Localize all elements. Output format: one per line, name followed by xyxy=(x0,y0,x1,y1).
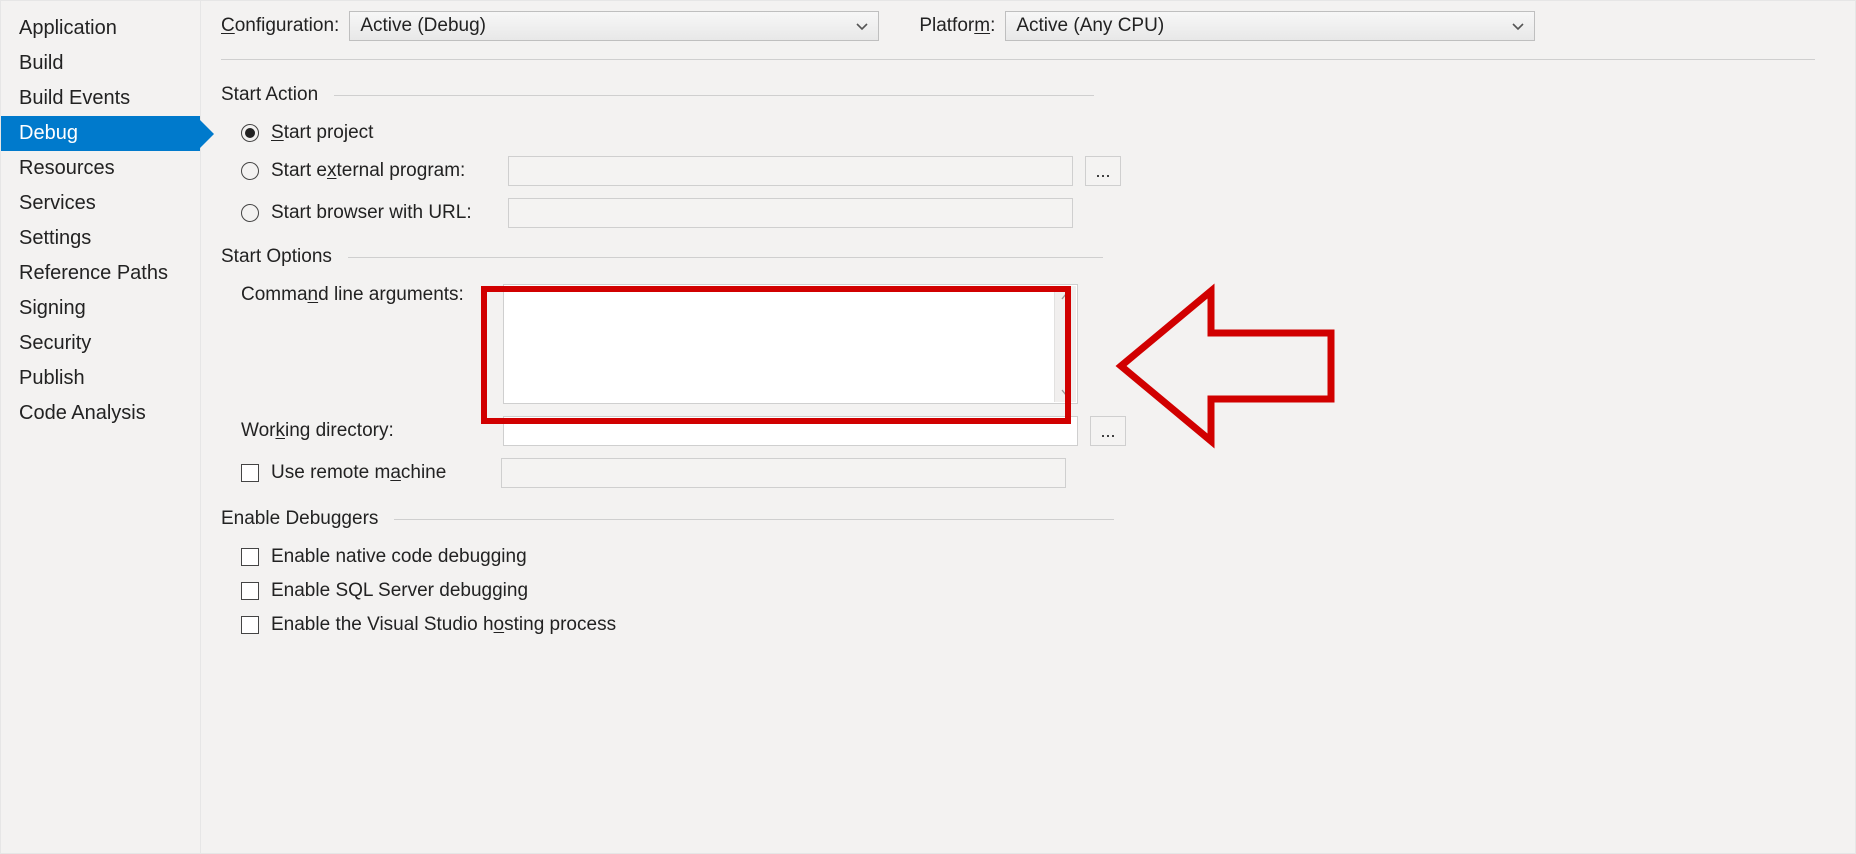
use-remote-machine-checkbox[interactable] xyxy=(241,464,259,482)
platform-value: Active (Any CPU) xyxy=(1016,15,1164,37)
scroll-up-button[interactable] xyxy=(1055,286,1076,306)
remote-machine-input[interactable] xyxy=(501,458,1066,488)
section-title: Start Action xyxy=(221,84,318,106)
section-heading-start-options: Start Options xyxy=(221,246,1815,268)
command-line-arguments-input[interactable] xyxy=(503,284,1078,404)
platform-dropdown[interactable]: Active (Any CPU) xyxy=(1005,11,1535,41)
sidebar-item-label: Debug xyxy=(19,122,78,144)
start-project-radio[interactable] xyxy=(241,124,259,142)
start-browser-url-label: Start browser with URL: xyxy=(271,202,496,224)
chevron-down-icon xyxy=(846,15,868,37)
sidebar-item-label: Code Analysis xyxy=(19,402,146,424)
enable-native-debugging-checkbox[interactable] xyxy=(241,548,259,566)
scrollbar[interactable] xyxy=(1054,286,1076,402)
divider xyxy=(334,95,1094,96)
sidebar-item-build[interactable]: Build xyxy=(1,46,200,81)
section-heading-start-action: Start Action xyxy=(221,84,1815,106)
sidebar-item-services[interactable]: Services xyxy=(1,186,200,221)
config-bar: Configuration: Active (Debug) Platform: … xyxy=(221,11,1815,60)
enable-sql-debugging-checkbox[interactable] xyxy=(241,582,259,600)
sidebar-item-label: Services xyxy=(19,192,96,214)
enable-hosting-process-label: Enable the Visual Studio hosting process xyxy=(271,614,616,636)
sidebar-item-signing[interactable]: Signing xyxy=(1,291,200,326)
sidebar-item-label: Settings xyxy=(19,227,91,249)
start-external-program-label: Start external program: xyxy=(271,160,496,182)
divider xyxy=(348,257,1103,258)
sidebar-item-label: Publish xyxy=(19,367,85,389)
sidebar-item-label: Build Events xyxy=(19,87,130,109)
configuration-dropdown[interactable]: Active (Debug) xyxy=(349,11,879,41)
section-title: Start Options xyxy=(221,246,332,268)
configuration-value: Active (Debug) xyxy=(360,15,486,37)
sidebar-item-publish[interactable]: Publish xyxy=(1,361,200,396)
enable-hosting-process-checkbox[interactable] xyxy=(241,616,259,634)
section-heading-enable-debuggers: Enable Debuggers xyxy=(221,508,1815,530)
start-browser-url-radio[interactable] xyxy=(241,204,259,222)
scroll-down-button[interactable] xyxy=(1055,382,1076,402)
start-external-program-radio[interactable] xyxy=(241,162,259,180)
section-title: Enable Debuggers xyxy=(221,508,378,530)
working-directory-input[interactable] xyxy=(503,416,1078,446)
enable-native-debugging-label: Enable native code debugging xyxy=(271,546,527,568)
browse-external-program-button[interactable]: ... xyxy=(1085,156,1121,186)
browse-working-directory-button[interactable]: ... xyxy=(1090,416,1126,446)
working-directory-label: Working directory: xyxy=(241,420,491,442)
start-external-program-input[interactable] xyxy=(508,156,1073,186)
enable-sql-debugging-label: Enable SQL Server debugging xyxy=(271,580,528,602)
sidebar-item-build-events[interactable]: Build Events xyxy=(1,81,200,116)
sidebar-item-code-analysis[interactable]: Code Analysis xyxy=(1,396,200,431)
sidebar-item-resources[interactable]: Resources xyxy=(1,151,200,186)
sidebar-item-label: Reference Paths xyxy=(19,262,168,284)
configuration-label: Configuration: xyxy=(221,15,339,37)
start-project-label: Start project xyxy=(271,122,373,144)
divider xyxy=(394,519,1114,520)
sidebar-item-application[interactable]: Application xyxy=(1,11,200,46)
sidebar-item-label: Build xyxy=(19,52,63,74)
use-remote-machine-label: Use remote machine xyxy=(271,462,489,484)
main-panel: Configuration: Active (Debug) Platform: … xyxy=(201,1,1855,853)
sidebar-item-settings[interactable]: Settings xyxy=(1,221,200,256)
chevron-down-icon xyxy=(1502,15,1524,37)
sidebar: Application Build Build Events Debug Res… xyxy=(1,1,201,853)
sidebar-item-label: Signing xyxy=(19,297,86,319)
sidebar-item-reference-paths[interactable]: Reference Paths xyxy=(1,256,200,291)
sidebar-item-security[interactable]: Security xyxy=(1,326,200,361)
sidebar-item-label: Resources xyxy=(19,157,115,179)
sidebar-item-debug[interactable]: Debug xyxy=(1,116,200,151)
start-browser-url-input[interactable] xyxy=(508,198,1073,228)
sidebar-item-label: Application xyxy=(19,17,117,39)
command-line-arguments-label: Command line arguments: xyxy=(241,284,491,306)
sidebar-item-label: Security xyxy=(19,332,91,354)
platform-label: Platform: xyxy=(919,15,995,37)
